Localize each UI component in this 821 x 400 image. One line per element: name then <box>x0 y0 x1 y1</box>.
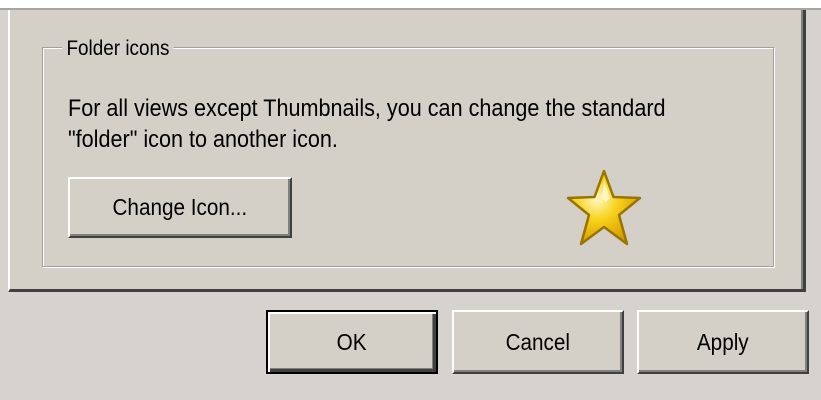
cancel-button-label: Cancel <box>505 328 571 355</box>
apply-button[interactable]: Apply <box>637 310 809 374</box>
ok-button[interactable]: OK <box>266 310 438 374</box>
change-icon-button-label: Change Icon... <box>112 194 248 220</box>
change-icon-button[interactable]: Change Icon... <box>68 177 292 238</box>
list-box-bottom <box>0 0 821 8</box>
cancel-button[interactable]: Cancel <box>452 310 624 374</box>
ok-button-label: OK <box>337 328 367 355</box>
page-shadow <box>801 10 803 289</box>
description-line-1: For all views except Thumbnails, you can… <box>68 95 666 122</box>
description-line-2: "folder" icon to another icon. <box>68 126 338 153</box>
groupbox-title: Folder icons <box>62 37 174 61</box>
folder-icons-description: For all views except Thumbnails, you can… <box>68 93 698 155</box>
star-icon <box>566 169 642 246</box>
apply-button-label: Apply <box>697 328 749 355</box>
